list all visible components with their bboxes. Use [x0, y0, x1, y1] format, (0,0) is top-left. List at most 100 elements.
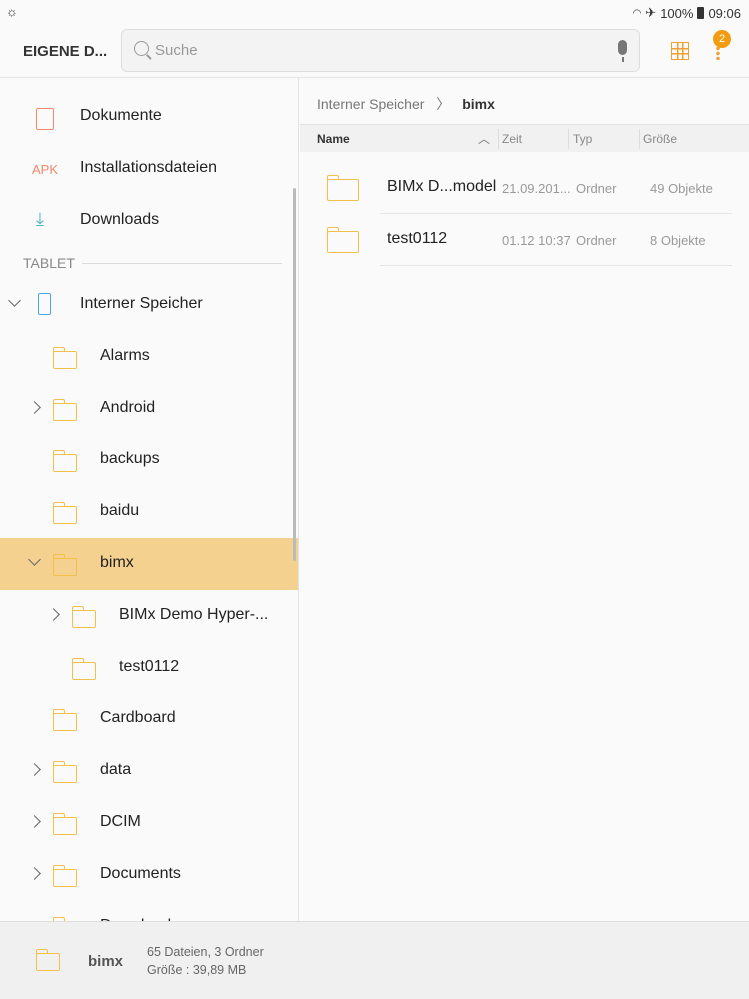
download-icon: ⤓ [36, 209, 44, 229]
notification-badge: 2 [713, 30, 731, 48]
footer-count: 65 Dateien, 3 Ordner [147, 945, 264, 959]
tree-item-label: bimx [100, 554, 134, 571]
column-type[interactable]: Typ [573, 132, 592, 146]
column-name[interactable]: Name [317, 132, 350, 146]
column-header: Name ︿ Zeit Typ Größe [300, 124, 749, 152]
file-type: Ordner [576, 181, 617, 196]
folder-icon [52, 813, 77, 835]
column-time[interactable]: Zeit [502, 132, 522, 146]
airplane-icon: ✈ [645, 5, 657, 20]
sidebar-item-label: Downloads [80, 211, 160, 228]
tree-item[interactable]: bimx [0, 538, 298, 590]
tree-item[interactable]: Download [0, 901, 298, 921]
sidebar-item-label: Dokumente [80, 107, 162, 124]
folder-icon [52, 502, 77, 525]
footer-size: Größe : 39,89 MB [147, 963, 247, 977]
chevron-right-icon[interactable] [28, 866, 41, 880]
tree-item[interactable]: DCIM [0, 797, 298, 849]
file-time: 21.09.201... [502, 181, 571, 196]
file-size: 49 Objekte [650, 181, 713, 196]
sort-ascending-icon[interactable]: ︿ [478, 130, 490, 147]
column-size[interactable]: Größe [643, 132, 677, 146]
tree-item-label: baidu [100, 502, 140, 520]
sidebar-item-installationsdateien[interactable]: APK Installationsdateien [0, 143, 298, 195]
tree-item-label: BIMx Demo Hyper-... [119, 605, 269, 623]
battery-icon [697, 7, 705, 19]
chevron-right-icon[interactable] [28, 400, 41, 414]
breadcrumb-current: bimx [462, 96, 495, 112]
tree-item-label: DCIM [100, 813, 141, 830]
more-options-icon[interactable] [716, 46, 720, 60]
status-bar: ☼ ◠ ✈ 100% 09:06 [0, 0, 749, 26]
selection-info-bar: bimx 65 Dateien, 3 Ordner Größe : 39,89 … [0, 921, 749, 999]
chevron-right-icon[interactable] [47, 607, 60, 621]
phone-icon [38, 293, 51, 315]
file-time: 01.12 10:37 [502, 233, 571, 248]
tree-item-label: Alarms [100, 346, 150, 364]
folder-icon [52, 450, 77, 473]
document-icon [36, 108, 54, 130]
sidebar-item-dokumente[interactable]: Dokumente [0, 91, 298, 143]
search-placeholder: Suche [155, 42, 198, 59]
divider [380, 265, 732, 266]
tree-item[interactable]: Cardboard [0, 693, 298, 745]
tree-item[interactable]: data [0, 745, 298, 797]
tree-item[interactable]: baidu [0, 486, 298, 538]
sync-icon: ☼ [6, 4, 18, 19]
folder-icon [326, 227, 359, 253]
folder-icon [52, 709, 77, 732]
folder-icon [326, 175, 359, 201]
file-name: BIMx D...model [387, 178, 497, 195]
tree-item-label: backups [100, 450, 160, 468]
folder-icon [52, 398, 77, 421]
tree-item[interactable]: test0112 [0, 642, 298, 694]
file-list-pane: Interner Speicher 〉 bimx Name ︿ Zeit Typ… [300, 78, 749, 921]
file-name: test0112 [387, 230, 448, 247]
tree-item-label: Cardboard [100, 709, 176, 727]
tree-item-label: Android [100, 398, 156, 416]
grid-view-icon[interactable] [671, 42, 689, 60]
battery-percent: 100% [660, 5, 694, 21]
footer-folder-name: bimx [88, 953, 124, 970]
tree-item[interactable]: Interner Speicher [0, 279, 298, 331]
microphone-icon[interactable] [618, 40, 627, 62]
tree-item-label: Interner Speicher [80, 295, 203, 312]
tree-item-label: test0112 [119, 657, 180, 675]
app-bar: EIGENE D... Suche 2 [0, 26, 749, 78]
folder-icon [52, 761, 77, 784]
tree-item[interactable]: Documents [0, 849, 298, 901]
breadcrumb: Interner Speicher 〉 bimx [317, 94, 495, 114]
breadcrumb-item[interactable]: Interner Speicher [317, 96, 424, 112]
sidebar-item-downloads[interactable]: ⤓ Downloads [0, 195, 298, 247]
search-input[interactable]: Suche [121, 29, 640, 72]
clock: 09:06 [708, 5, 741, 21]
page-title: EIGENE D... [23, 43, 108, 60]
scrollbar[interactable] [293, 188, 296, 561]
chevron-right-icon[interactable] [28, 763, 41, 777]
sidebar-item-label: Installationsdateien [80, 159, 217, 176]
search-icon [134, 41, 149, 56]
tree-item[interactable]: BIMx Demo Hyper-... [0, 590, 298, 642]
section-header-tablet: TABLET [23, 255, 75, 271]
chevron-right-icon[interactable] [28, 815, 41, 828]
tree-item-label: data [100, 761, 132, 779]
chevron-down-icon[interactable] [8, 294, 21, 307]
file-row[interactable]: BIMx D...model 21.09.201... Ordner 49 Ob… [300, 162, 749, 214]
sidebar: Dokumente APK Installationsdateien ⤓ Dow… [0, 78, 299, 921]
chevron-right-icon: 〉 [436, 96, 451, 112]
chevron-down-icon[interactable] [28, 553, 41, 566]
apk-icon: APK [32, 162, 59, 177]
tree-item[interactable]: Alarms [0, 331, 298, 383]
folder-icon [71, 605, 96, 628]
wifi-icon: ◠ [632, 7, 642, 19]
tree-item-label: Documents [100, 864, 181, 882]
file-type: Ordner [576, 233, 617, 248]
file-size: 8 Objekte [650, 233, 706, 248]
file-row[interactable]: test0112 01.12 10:37 Ordner 8 Objekte [300, 214, 749, 266]
folder-icon [52, 554, 77, 576]
tree-item[interactable]: backups [0, 434, 298, 486]
folder-icon [35, 949, 60, 971]
folder-icon [52, 346, 77, 369]
divider [82, 263, 282, 264]
tree-item[interactable]: Android [0, 383, 298, 435]
